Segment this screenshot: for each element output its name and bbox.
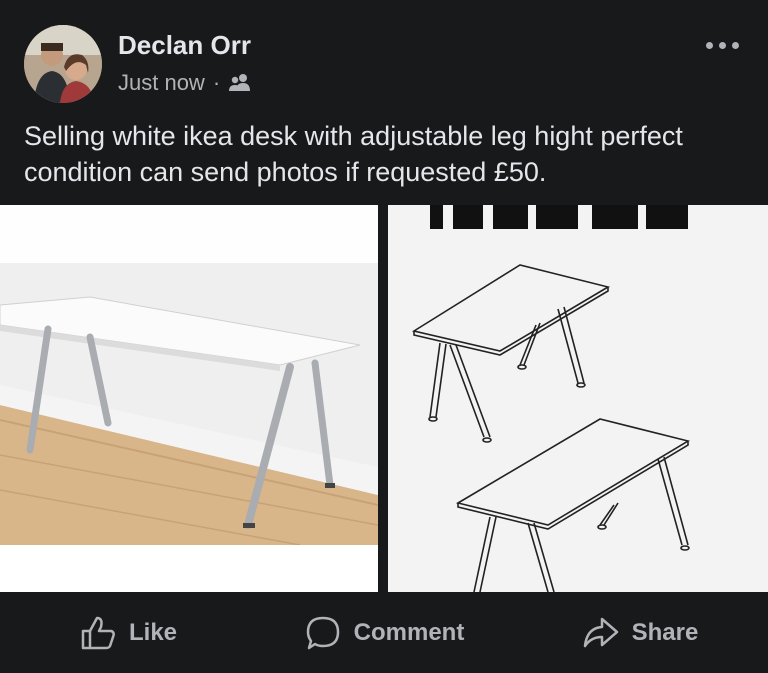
author-name[interactable]: Declan Orr [118,30,251,61]
comment-button[interactable]: Comment [256,592,512,673]
friends-icon[interactable] [228,73,252,93]
post-meta: Just now · [118,70,252,96]
desk-photo[interactable] [0,205,378,592]
avatar[interactable] [24,25,102,103]
post-text: Selling white ikea desk with adjustable … [24,121,683,187]
desk-diagram[interactable] [388,205,768,592]
timestamp[interactable]: Just now [118,70,205,96]
like-button[interactable]: Like [0,592,256,673]
more-options-icon[interactable] [702,30,742,60]
meta-separator: · [212,70,221,95]
share-button[interactable]: Share [512,592,768,673]
post-header: Declan Orr Just now · [0,0,768,110]
avatar-image [24,25,102,103]
post-actions: Like Comment Share [0,592,768,673]
share-label: Share [631,618,699,646]
desk-diagram-image [388,205,768,592]
thumbs-up-icon [81,616,115,649]
share-icon [583,617,618,647]
like-label: Like [128,618,178,646]
post-photos [0,205,768,592]
comment-icon [306,616,339,649]
comment-label: Comment [353,618,465,646]
desk-photo-image [0,205,378,592]
